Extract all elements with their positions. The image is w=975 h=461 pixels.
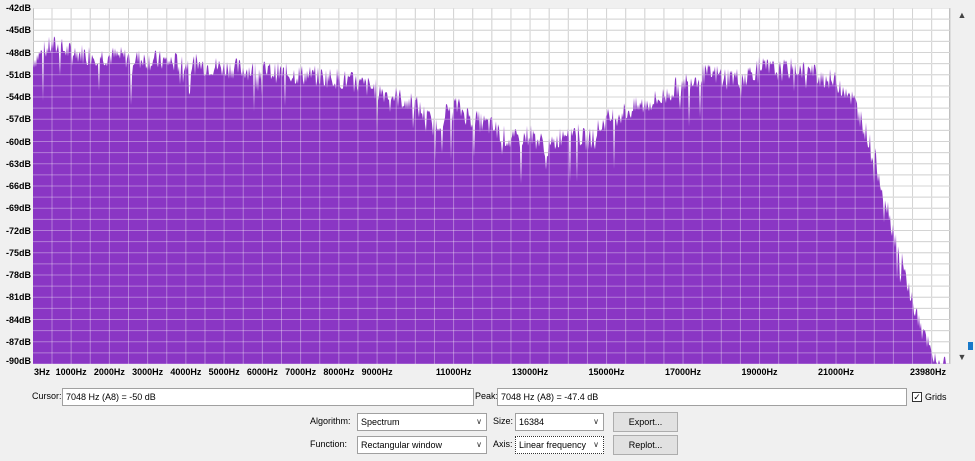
x-tick-label: 4000Hz xyxy=(170,367,202,377)
algorithm-select[interactable]: Spectrum ∨ xyxy=(357,413,487,431)
x-tick-label: 21000Hz xyxy=(818,367,855,377)
y-tick-label: -48dB xyxy=(5,47,31,58)
chevron-down-icon: ∨ xyxy=(593,417,599,426)
y-tick-label: -63dB xyxy=(5,158,31,169)
x-tick-label: 15000Hz xyxy=(588,367,625,377)
x-tick-label: 6000Hz xyxy=(246,367,278,377)
x-tick-label: 7000Hz xyxy=(285,367,317,377)
y-tick-label: -81dB xyxy=(5,292,31,303)
grids-label: Grids xyxy=(925,392,947,402)
y-tick-label: -51dB xyxy=(5,69,31,80)
export-button[interactable]: Export... xyxy=(613,412,678,432)
x-tick-label: 17000Hz xyxy=(665,367,702,377)
x-axis-labels: 3Hz 1000Hz 2000Hz 3000Hz 4000Hz 5000Hz 6000Hz 7… xyxy=(0,366,975,380)
size-select[interactable]: 16384 ∨ xyxy=(515,413,604,431)
x-tick-label: 3000Hz xyxy=(132,367,164,377)
y-tick-label: -78dB xyxy=(5,270,31,280)
grids-checkbox[interactable]: ✓ xyxy=(912,392,922,402)
scroll-thumb[interactable] xyxy=(968,342,973,350)
x-tick-label: 19000Hz xyxy=(741,367,778,377)
y-tick-label: -60dB xyxy=(5,136,31,147)
cursor-label: Cursor: xyxy=(32,391,62,401)
y-tick-label: -57dB xyxy=(5,114,31,125)
function-value: Rectangular window xyxy=(361,440,443,450)
spectrum-plot xyxy=(33,8,950,364)
x-tick-label: 23980Hz xyxy=(909,367,947,377)
x-tick-label: 13000Hz xyxy=(512,367,549,377)
y-tick-label: -45dB xyxy=(5,25,31,36)
y-tick-label: -66dB xyxy=(5,181,31,191)
axis-value: Linear frequency xyxy=(519,440,587,450)
x-tick-label: 3Hz xyxy=(33,367,51,377)
axis-label: Axis: xyxy=(493,439,513,449)
y-tick-label: -69dB xyxy=(5,203,31,214)
peak-field[interactable]: 7048 Hz (A8) = -47.4 dB xyxy=(497,388,907,406)
scroll-up-icon[interactable]: ▲ xyxy=(951,8,973,22)
chevron-down-icon: ∨ xyxy=(476,417,482,426)
y-tick-label: -87dB xyxy=(5,336,31,347)
y-tick-label: -72dB xyxy=(5,225,31,236)
x-tick-label: 5000Hz xyxy=(208,367,240,377)
x-tick-label: 9000Hz xyxy=(361,367,393,377)
x-tick-label: 1000Hz xyxy=(55,367,87,377)
peak-label: Peak: xyxy=(475,391,499,401)
chevron-down-icon: ∨ xyxy=(476,440,482,449)
cursor-field[interactable]: 7048 Hz (A8) = -50 dB xyxy=(62,388,474,406)
y-axis-labels: -42dB -45dB -48dB -51dB -54dB -57dB -60dB -63dB… xyxy=(0,0,33,366)
size-label: Size: xyxy=(493,416,514,426)
function-select[interactable]: Rectangular window ∨ xyxy=(357,436,487,454)
x-tick-label: 8000Hz xyxy=(323,367,355,377)
y-tick-label: -90dB xyxy=(5,356,31,366)
size-value: 16384 xyxy=(519,417,545,427)
vertical-scrollbar[interactable]: ▲ ▼ xyxy=(950,8,973,364)
y-tick-label: -75dB xyxy=(5,247,31,258)
x-tick-label: 11000Hz xyxy=(435,367,472,377)
chevron-down-icon: ∨ xyxy=(593,440,599,449)
y-tick-label: -84dB xyxy=(5,314,31,325)
axis-select[interactable]: Linear frequency ∨ xyxy=(515,436,604,454)
y-tick-label: -42dB xyxy=(5,3,31,13)
x-tick-label: 2000Hz xyxy=(93,367,125,377)
function-label: Function: xyxy=(310,439,348,449)
y-tick-label: -54dB xyxy=(5,92,31,102)
algorithm-label: Algorithm: xyxy=(310,416,351,426)
scroll-down-icon[interactable]: ▼ xyxy=(951,350,973,364)
algorithm-value: Spectrum xyxy=(361,417,400,427)
replot-button[interactable]: Replot... xyxy=(613,435,678,455)
